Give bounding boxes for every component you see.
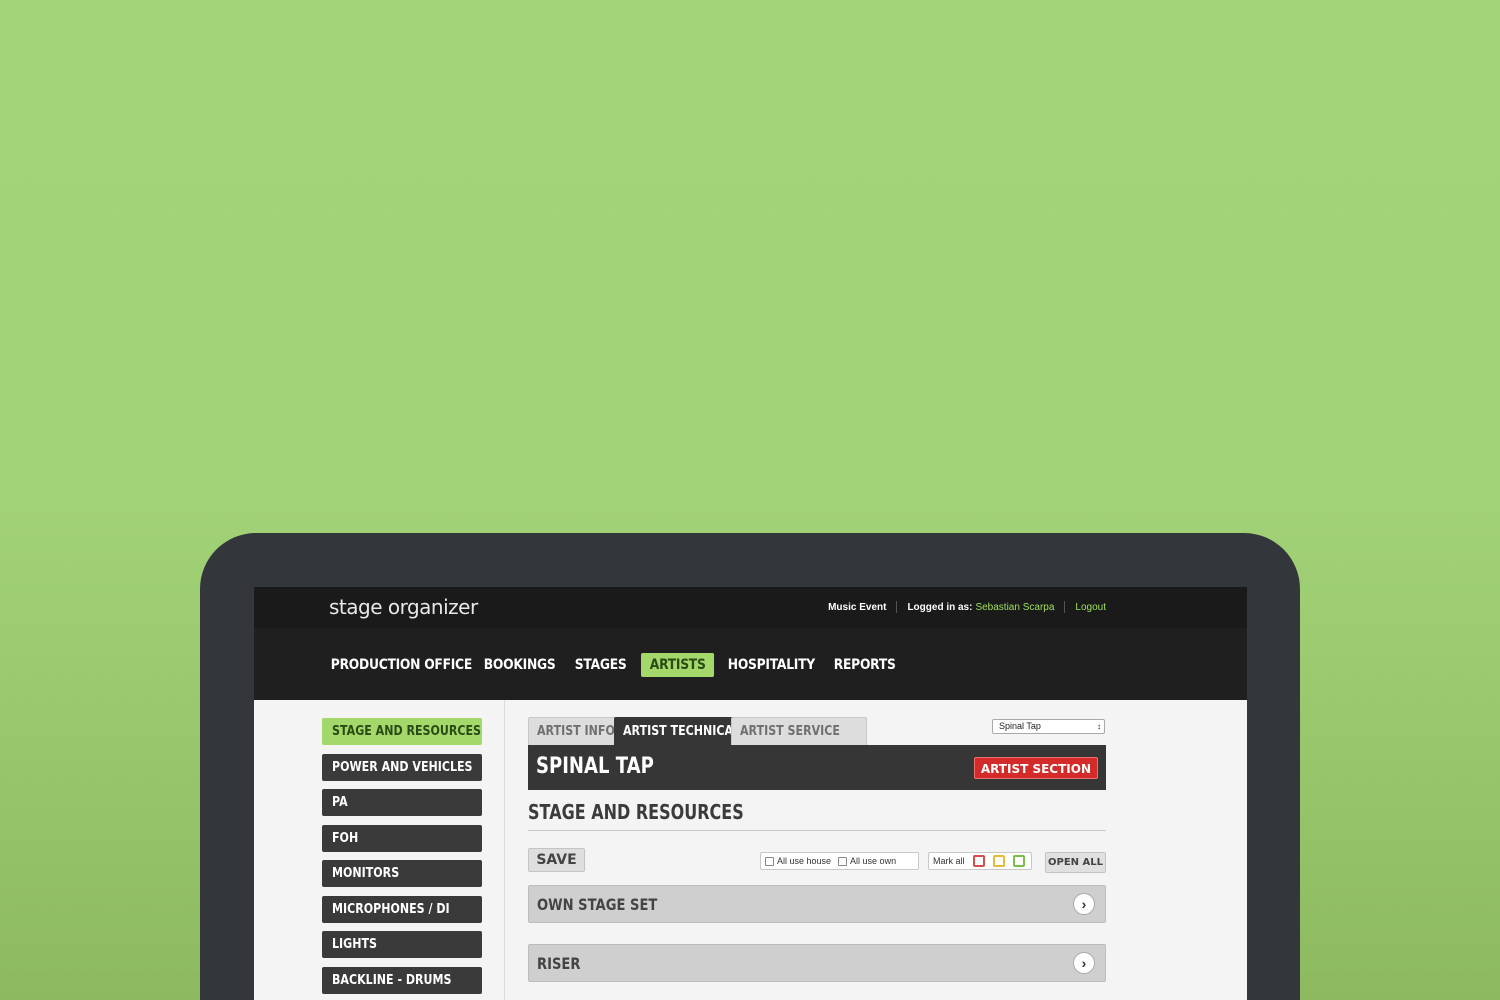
content-divider [504,700,505,1000]
sidebar-item-foh[interactable]: FOH [322,825,482,852]
main-nav: PRODUCTION OFFICE BOOKINGS STAGES ARTIST… [254,628,1247,700]
logout-link[interactable]: Logout [1075,602,1106,613]
sidebar-item-pa[interactable]: PA [322,789,482,816]
sidebar-item-label: PA [332,795,348,810]
artist-select-value: Spinal Tap [999,721,1041,731]
user-name[interactable]: Sebastian Scarpa [975,602,1054,613]
section-divider [528,830,1106,831]
tab-label: ARTIST INFO [537,724,615,739]
tab-artist-service[interactable]: ARTIST SERVICE [731,717,867,745]
section-title: STAGE AND RESOURCES [528,800,744,824]
mark-red-button[interactable] [972,855,985,867]
top-bar: stage organizer Music Event Logged in as… [254,587,1247,628]
app-screen: stage organizer Music Event Logged in as… [254,587,1247,1000]
sidebar-item-label: FOH [332,831,359,846]
sidebar-item-monitors[interactable]: MONITORS [322,860,482,887]
nav-artists[interactable]: ARTISTS [641,653,715,677]
all-use-own-checkbox[interactable] [838,856,848,866]
mark-all-group: Mark all [928,852,1032,870]
up-down-arrows-icon: ↕ [1097,722,1101,731]
tab-label: ARTIST SERVICE [740,724,840,739]
artist-name: SPINAL TAP [536,754,654,779]
nav-hospitality[interactable]: HOSPITALITY [719,653,824,677]
sidebar-item-label: LIGHTS [332,937,377,952]
divider [1064,601,1066,613]
nav-bookings[interactable]: BOOKINGS [475,653,564,677]
mark-green-button[interactable] [1012,855,1025,867]
accordion-label: OWN STAGE SET [537,895,658,914]
use-options: All use house All use own [760,852,919,870]
logged-in-label: Logged in as: [907,601,973,613]
artist-select[interactable]: Spinal Tap ↕ [992,719,1105,734]
sidebar-item-label: BACKLINE - DRUMS [332,973,452,988]
sidebar-item-microphones-di[interactable]: MICROPHONES / DI [322,896,482,923]
nav-reports[interactable]: REPORTS [825,653,904,677]
save-button[interactable]: SAVE [528,848,585,872]
all-use-house-label: All use house [777,856,832,866]
tab-label: ARTIST TECHNICAL [623,724,741,739]
sidebar-item-label: STAGE AND RESOURCES [332,724,481,739]
sidebar-item-backline-drums[interactable]: BACKLINE - DRUMS [322,967,482,994]
accordion-own-stage-set[interactable]: OWN STAGE SET › [528,885,1106,923]
sidebar-item-label: POWER AND VEHICLES [332,760,473,775]
open-all-button[interactable]: OPEN ALL [1045,852,1106,873]
all-use-house-checkbox[interactable] [765,856,774,866]
event-name: Music Event [828,601,887,613]
accordion-label: RISER [537,954,581,973]
accordion-riser[interactable]: RISER › [528,944,1106,982]
nav-stages[interactable]: STAGES [566,653,635,677]
artist-section-badge[interactable]: ARTIST SECTION [973,757,1098,779]
chevron-right-icon[interactable]: › [1073,893,1095,915]
app-logo[interactable]: stage organizer [329,595,478,619]
nav-production-office[interactable]: PRODUCTION OFFICE [322,653,481,677]
sidebar-item-label: MICROPHONES / DI [332,902,450,917]
sidebar-item-label: MONITORS [332,866,400,881]
chevron-right-icon[interactable]: › [1073,952,1095,974]
sidebar-item-power-and-vehicles[interactable]: POWER AND VEHICLES [322,754,482,781]
sidebar-item-stage-and-resources[interactable]: STAGE AND RESOURCES [322,718,482,745]
user-info: Music Event Logged in as: Sebastian Scar… [828,601,1106,613]
mark-all-label: Mark all [933,856,965,866]
divider [896,601,898,613]
mark-yellow-button[interactable] [992,855,1005,867]
all-use-own-label: All use own [850,856,897,866]
artist-header: SPINAL TAP ARTIST SECTION [528,745,1106,790]
sidebar-item-lights[interactable]: LIGHTS [322,931,482,958]
